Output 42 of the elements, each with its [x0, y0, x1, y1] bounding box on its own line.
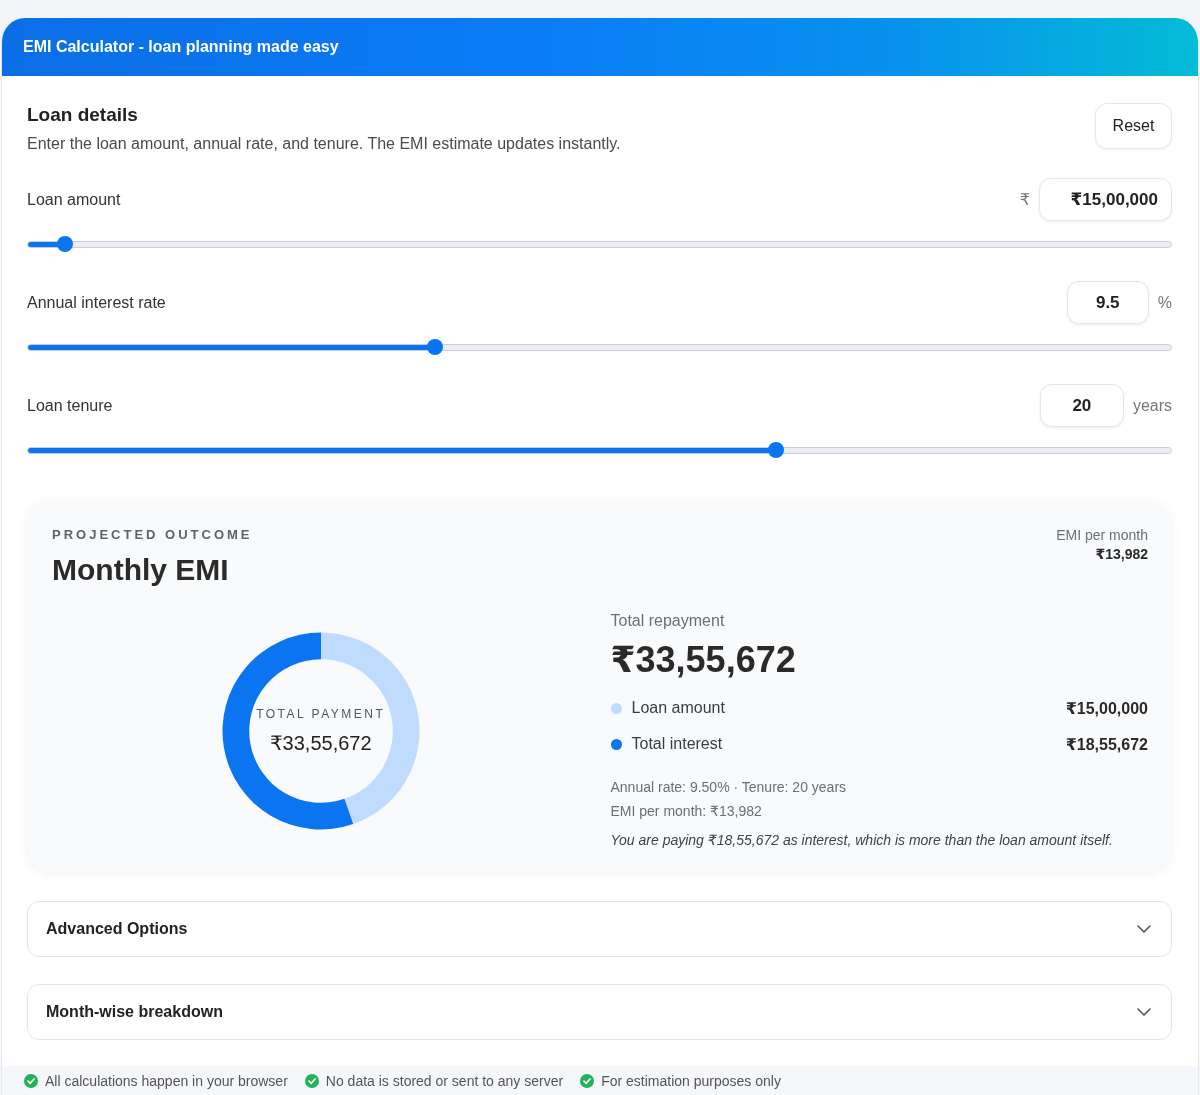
section-title: Loan details — [27, 103, 139, 127]
reset-button[interactable]: Reset — [1095, 103, 1172, 149]
slider-track[interactable] — [27, 442, 1172, 458]
number-input[interactable]: ₹15,00,000 — [1039, 178, 1172, 221]
slider-thumb[interactable] — [767, 442, 784, 458]
number-input[interactable]: 9.5 — [1066, 281, 1149, 324]
currency-symbol: ₹ — [1019, 190, 1030, 209]
section-eyebrow: PROJECTED OUTCOME — [52, 526, 253, 544]
accordion-toggle[interactable]: Month-wise breakdown — [27, 984, 1172, 1040]
chart-center-value: ₹33,55,672 — [269, 731, 372, 756]
accordion-toggle[interactable]: Advanced Options — [27, 901, 1172, 957]
slider-thumb[interactable] — [426, 339, 443, 355]
slider-track[interactable] — [27, 236, 1172, 252]
emi-label: EMI per month — [1056, 526, 1148, 544]
footer-note: For estimation purposes only — [601, 1071, 781, 1090]
app-title: EMI Calculator - loan planning made easy — [23, 38, 339, 56]
emi-value: ₹13,982 — [1094, 545, 1148, 564]
unit-label: years — [1132, 396, 1172, 415]
interest-note: You are paying ₹18,55,672 as interest, which is more than the loan amount itself. — [610, 831, 1114, 850]
field-label: Loan amount — [27, 190, 121, 209]
legend-label: Loan amount — [631, 699, 725, 717]
section-description: Enter the loan amount, annual rate, and tenure. The EMI estimate updates instantly. — [27, 134, 621, 154]
check-icon — [304, 1073, 319, 1088]
legend-label: Total interest — [631, 735, 723, 753]
outcome-title: Monthly EMI — [52, 552, 230, 588]
check-icon — [580, 1073, 595, 1088]
field-label: Annual interest rate — [27, 293, 166, 312]
slider-thumb[interactable] — [56, 236, 73, 252]
footer-note: No data is stored or sent to any server — [325, 1071, 564, 1090]
chart-center-label: TOTAL PAYMENT — [256, 706, 386, 722]
legend-value: ₹18,55,672 — [1065, 734, 1148, 754]
unit-label: % — [1157, 293, 1172, 312]
check-icon — [24, 1073, 38, 1088]
number-input[interactable]: 20 — [1039, 384, 1124, 427]
total-value: ₹33,55,672 — [610, 638, 797, 682]
footer-note: All calculations happen in your browser — [45, 1071, 288, 1090]
total-label: Total repayment — [610, 611, 726, 631]
field-label: Loan tenure — [27, 396, 113, 415]
legend-value: ₹15,00,000 — [1065, 698, 1148, 718]
summary-text: EMI per month: ₹13,982 — [610, 802, 763, 821]
slider-track[interactable] — [27, 339, 1172, 355]
summary-text: Annual rate: 9.50% · Tenure: 20 years — [610, 778, 848, 797]
